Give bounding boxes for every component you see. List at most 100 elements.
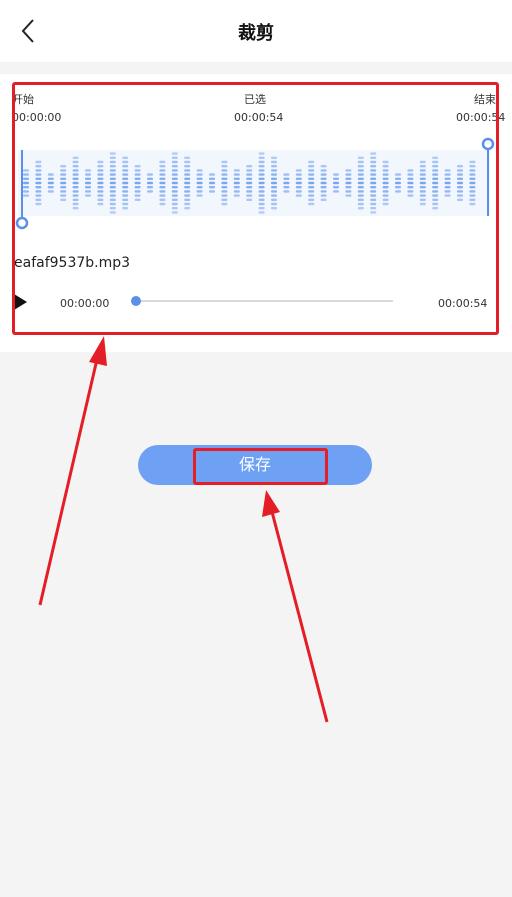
wave-dot [159, 181, 166, 185]
wave-dot [184, 173, 191, 176]
wave-dot [407, 177, 414, 180]
wave-dot [184, 181, 191, 185]
end-label: 结束 [474, 93, 496, 106]
wave-dot [295, 177, 302, 180]
wave-dot [444, 181, 451, 185]
wave-dot [345, 173, 352, 176]
wave-dot [109, 177, 116, 180]
wave-dot [134, 177, 141, 180]
wave-dot [134, 169, 141, 172]
wave-dot [419, 181, 426, 185]
save-button[interactable]: 保存 [138, 445, 372, 485]
wave-dot [35, 181, 42, 185]
waveform[interactable] [18, 150, 490, 216]
seek-thumb[interactable] [131, 296, 141, 306]
wave-dot [333, 177, 339, 180]
wave-dot [320, 165, 327, 168]
wave-dot [271, 194, 277, 197]
wave-dot [382, 202, 389, 206]
wave-dot [258, 160, 265, 164]
wave-dot [271, 202, 277, 206]
wave-dot [221, 202, 228, 206]
wave-dot [469, 165, 476, 168]
wave-dot [407, 173, 414, 176]
wave-dot [308, 186, 315, 189]
wave-dot [47, 186, 54, 189]
wave-dot [72, 165, 79, 168]
wave-dot [419, 190, 426, 193]
wave-dot [221, 181, 228, 185]
seek-bar[interactable] [136, 300, 393, 302]
wave-dot [221, 177, 228, 180]
wave-dot [246, 165, 253, 168]
wave-dot [233, 181, 240, 185]
wave-dot [345, 194, 352, 197]
wave-dot [444, 177, 451, 180]
wave-dot [35, 190, 42, 193]
wave-dot [271, 160, 277, 164]
wave-dot [233, 186, 240, 189]
wave-dot [35, 169, 42, 172]
wave-dot [295, 190, 302, 193]
page-title: 裁剪 [238, 23, 274, 44]
wave-dot [432, 173, 439, 176]
wave-dot [246, 190, 253, 193]
wave-dot [97, 198, 104, 201]
wave-dot [469, 194, 476, 197]
wave-dot [258, 207, 265, 210]
wave-dot [308, 173, 315, 176]
wave-dot [109, 190, 116, 193]
wave-dot [320, 177, 327, 180]
wave-dot [382, 169, 389, 172]
wave-dot [171, 152, 178, 155]
wave-dot [419, 169, 426, 172]
wave-dot [233, 177, 240, 180]
wave-dot [357, 190, 364, 193]
wave-dot [271, 198, 277, 201]
wave-dot [159, 177, 166, 180]
wave-dot [432, 207, 439, 210]
wave-dot [171, 211, 178, 214]
wave-dot [122, 177, 129, 180]
wave-dot [444, 194, 451, 197]
wave-dot [345, 177, 352, 180]
wave-dot [184, 190, 191, 193]
wave-dot [72, 207, 79, 210]
wave-dot [60, 190, 67, 193]
wave-dot [320, 169, 327, 172]
wave-dot [60, 198, 67, 201]
wave-dot [271, 190, 277, 193]
wave-dot [233, 190, 240, 193]
wave-dot [60, 177, 67, 180]
wave-dot [109, 173, 116, 176]
wave-dot [469, 190, 476, 193]
wave-dot [357, 160, 364, 164]
total-time: 00:00:54 [438, 297, 488, 310]
wave-dot [47, 173, 54, 176]
wave-dot [184, 186, 191, 189]
wave-dot [258, 152, 265, 155]
wave-dot [432, 190, 439, 193]
wave-dot [60, 165, 67, 168]
trim-start-handle[interactable] [15, 150, 29, 232]
wave-dot [97, 194, 104, 197]
wave-dot [357, 207, 364, 210]
wave-dot [370, 169, 377, 172]
wave-dot [171, 202, 178, 206]
play-button[interactable] [12, 293, 28, 311]
wave-dot [159, 173, 166, 176]
wave-dot [72, 173, 79, 176]
wave-dot [469, 173, 476, 176]
wave-dot [333, 186, 339, 189]
wave-dot [370, 173, 377, 176]
wave-dot [196, 177, 203, 180]
wave-dot [171, 186, 178, 189]
wave-dot [320, 173, 327, 176]
wave-dot [444, 173, 451, 176]
wave-dot [258, 186, 265, 189]
trim-end-handle[interactable] [481, 136, 495, 216]
wave-dot [345, 186, 352, 189]
wave-dot [85, 190, 91, 193]
wave-dot [283, 181, 290, 185]
wave-dot [72, 190, 79, 193]
